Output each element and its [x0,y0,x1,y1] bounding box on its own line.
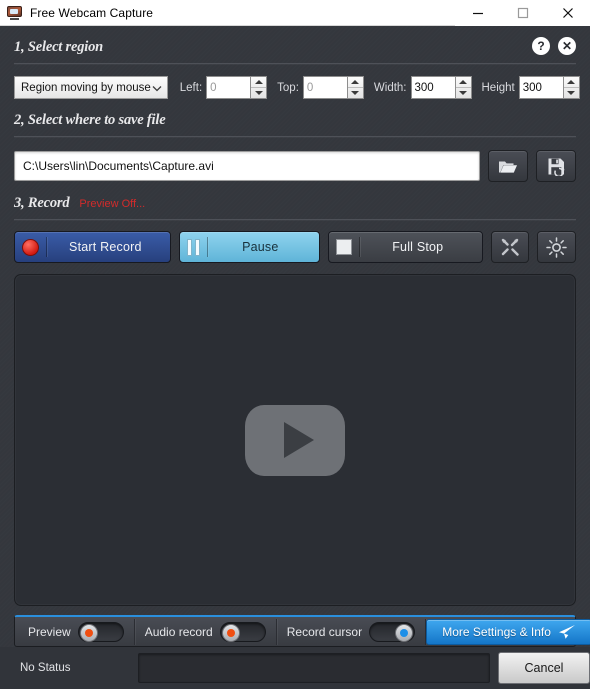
close-button[interactable] [545,0,590,26]
section-1-title: 1, Select region [14,39,104,55]
save-path-row [14,150,576,182]
left-label: Left: [179,81,203,94]
status-text: No Status [20,662,71,674]
record-cursor-toggle-group: Record cursor [277,618,427,645]
section-2-divider [14,136,576,137]
options-toggle-bar: Preview Audio record Record cursor More … [14,615,590,647]
preview-toggle[interactable] [77,621,124,642]
preview-status-note: Preview Off... [79,198,146,210]
folder-open-icon[interactable] [488,150,528,182]
audio-record-toggle[interactable] [219,621,266,642]
close-icon[interactable]: ✕ [558,37,576,55]
height-stepper-arrows[interactable] [562,76,580,99]
chevron-down-icon [152,85,162,91]
region-controls-row: Region moving by mouse Left: Top: Wid [14,76,580,99]
left-stepper-up[interactable] [251,77,266,87]
width-label: Width: [373,81,407,94]
left-input[interactable] [206,76,251,99]
pause-button[interactable]: Pause [178,231,320,263]
top-input[interactable] [302,76,347,99]
section-3-title: 3, Record [14,195,70,211]
sun-brightness-icon[interactable] [537,231,576,263]
width-stepper-up[interactable] [456,77,471,87]
section-2-title: 2, Select where to save file [14,112,166,128]
pause-icon [186,238,200,256]
start-record-label: Start Record [69,240,142,254]
section-3-divider [14,219,576,220]
full-stop-button[interactable]: Full Stop [327,231,483,263]
top-stepper-arrows[interactable] [346,76,364,99]
main-body: 1, Select region ? ✕ Region moving by mo… [0,26,590,647]
stop-square-icon [335,239,352,255]
webcam-tv-icon [7,5,23,20]
region-mode-value: Region moving by mouse [21,81,151,94]
section-1-divider [14,63,576,64]
section-record: 3, Record Preview Off... [14,182,576,212]
height-stepper-up[interactable] [564,77,579,87]
save-disk-icon[interactable] [536,150,576,182]
preview-toggle-group: Preview [18,618,135,645]
maximize-button[interactable] [500,0,545,26]
left-stepper[interactable] [206,76,268,99]
section-select-region: 1, Select region ? ✕ [14,26,576,56]
app-window: Free Webcam Capture 1, Select region ? ✕ [0,0,590,689]
play-button-icon[interactable] [245,404,345,476]
width-stepper-arrows[interactable] [454,76,472,99]
region-mode-select[interactable]: Region moving by mouse [14,76,168,99]
section-save-file: 2, Select where to save file [14,99,576,129]
top-stepper-up[interactable] [348,77,363,87]
window-title: Free Webcam Capture [30,5,154,20]
paper-plane-icon [558,624,575,639]
wrench-screwdriver-icon[interactable] [490,231,530,263]
full-stop-label: Full Stop [392,240,444,254]
status-bar: No Status Cancel [0,647,590,689]
pause-label: Pause [242,240,279,254]
save-path-input[interactable] [14,151,480,181]
width-stepper[interactable] [410,76,472,99]
help-icon[interactable]: ? [532,37,550,55]
top-label: Top: [277,81,299,94]
cancel-button[interactable]: Cancel [498,652,590,684]
preview-toggle-label: Preview [28,624,71,639]
record-cursor-toggle[interactable] [369,621,416,642]
header-icon-group: ? ✕ [532,37,576,55]
window-controls [455,0,590,26]
minimize-button[interactable] [455,0,500,26]
height-label: Height [481,81,515,94]
left-stepper-down[interactable] [251,87,267,98]
height-stepper-down[interactable] [563,87,579,98]
left-stepper-arrows[interactable] [250,76,268,99]
width-stepper-down[interactable] [455,87,471,98]
width-input[interactable] [410,76,455,99]
record-dot-icon [22,238,39,256]
top-stepper-down[interactable] [347,87,363,98]
title-bar: Free Webcam Capture [0,0,590,26]
progress-bar [138,653,490,683]
record-buttons-row: Start Record Pause Full Stop [14,231,576,263]
top-stepper[interactable] [302,76,364,99]
height-stepper[interactable] [518,76,580,99]
audio-record-toggle-group: Audio record [135,618,277,645]
video-preview-panel[interactable] [14,274,576,606]
height-input[interactable] [518,76,563,99]
record-cursor-toggle-label: Record cursor [286,624,363,639]
more-settings-label: More Settings & Info [442,624,551,639]
more-settings-button[interactable]: More Settings & Info [426,618,590,645]
start-record-button[interactable]: Start Record [14,231,171,263]
audio-record-toggle-label: Audio record [144,624,213,639]
